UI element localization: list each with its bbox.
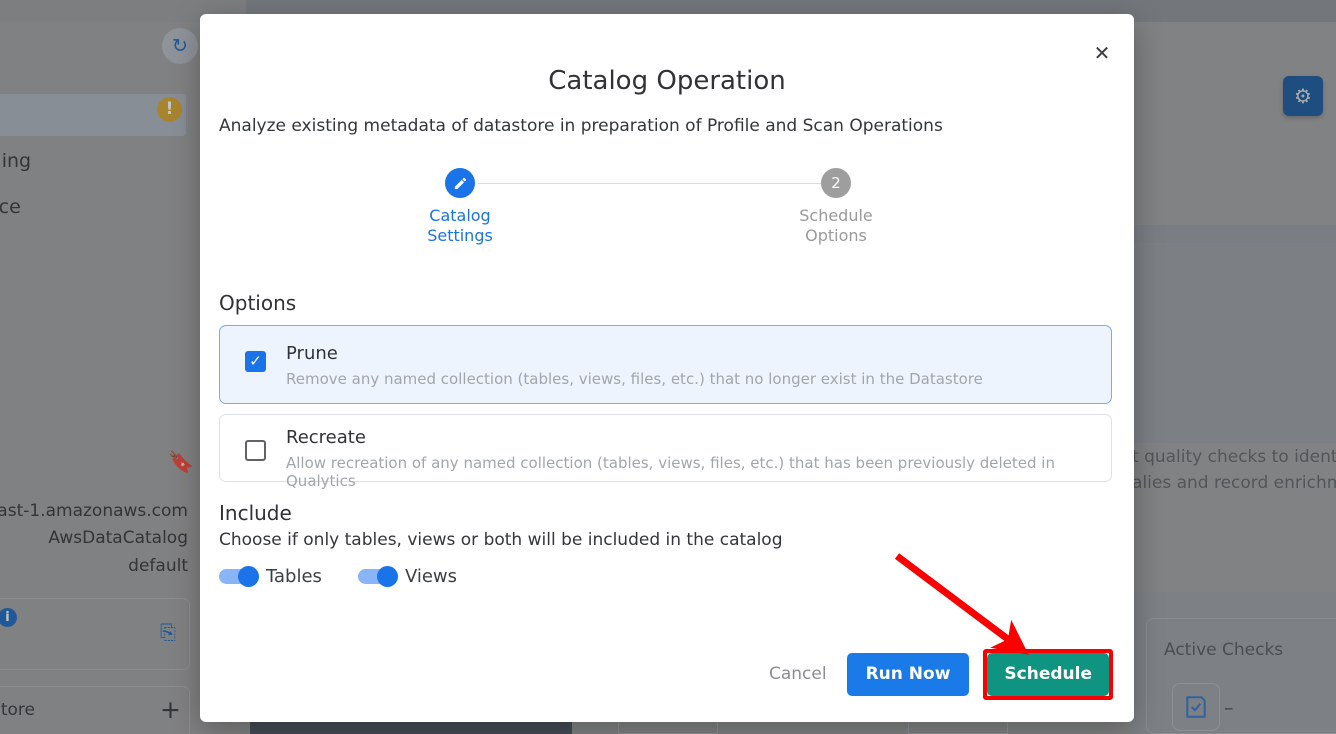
step-label-line-1: Catalog: [429, 206, 491, 225]
views-switch[interactable]: [357, 566, 398, 587]
check-icon: ✓: [249, 352, 262, 370]
step-catalog-settings-label: Catalog Settings: [390, 206, 530, 247]
tables-label: Tables: [266, 566, 322, 587]
option-recreate[interactable]: Recreate Allow recreation of any named c…: [219, 414, 1112, 490]
step-number-badge: 2: [821, 168, 851, 198]
step-schedule-options[interactable]: 2 Schedule Options: [766, 168, 906, 247]
toggle-views[interactable]: Views: [357, 566, 458, 587]
step-label-line-2: Settings: [427, 226, 493, 246]
options-section-title: Options: [219, 291, 297, 315]
cancel-button[interactable]: Cancel: [763, 656, 833, 693]
step-schedule-options-label: Schedule Options: [766, 206, 906, 247]
include-toggles: Tables Views: [219, 566, 457, 587]
recreate-label: Recreate: [286, 427, 366, 448]
schedule-button-highlight: Schedule: [983, 649, 1113, 700]
schedule-button[interactable]: Schedule: [987, 653, 1109, 696]
dialog-title: Catalog Operation: [548, 66, 786, 96]
step-catalog-settings[interactable]: Catalog Settings: [390, 168, 530, 247]
close-icon[interactable]: ✕: [1087, 39, 1117, 69]
catalog-operation-dialog: ✕ Catalog Operation Analyze existing met…: [200, 14, 1134, 722]
prune-checkbox[interactable]: ✓: [245, 351, 266, 372]
prune-label: Prune: [286, 343, 338, 364]
toggle-tables[interactable]: Tables: [219, 566, 322, 587]
include-section-title: Include: [219, 501, 292, 525]
option-prune[interactable]: ✓ Prune Remove any named collection (tab…: [219, 325, 1112, 404]
include-section-description: Choose if only tables, views or both wil…: [219, 530, 783, 550]
pencil-icon: [445, 168, 475, 198]
recreate-checkbox[interactable]: [245, 440, 266, 461]
switch-knob: [376, 566, 398, 587]
recreate-description: Allow recreation of any named collection…: [286, 454, 1055, 490]
dialog-footer: Cancel Run Now Schedule: [763, 649, 1113, 700]
views-label: Views: [404, 566, 458, 587]
dialog-subtitle: Analyze existing metadata of datastore i…: [219, 116, 943, 136]
step-label-line-1: Schedule: [799, 206, 873, 225]
run-now-button[interactable]: Run Now: [846, 653, 970, 696]
screen: ↻ ! aging ance 🔖 -east-1.amazonaws.com A…: [0, 0, 1336, 734]
wizard-stepper: Catalog Settings 2 Schedule Options: [390, 168, 930, 268]
prune-description: Remove any named collection (tables, vie…: [286, 370, 983, 388]
switch-knob: [238, 566, 259, 587]
tables-switch[interactable]: [219, 566, 259, 587]
step-label-line-2: Options: [805, 226, 867, 246]
